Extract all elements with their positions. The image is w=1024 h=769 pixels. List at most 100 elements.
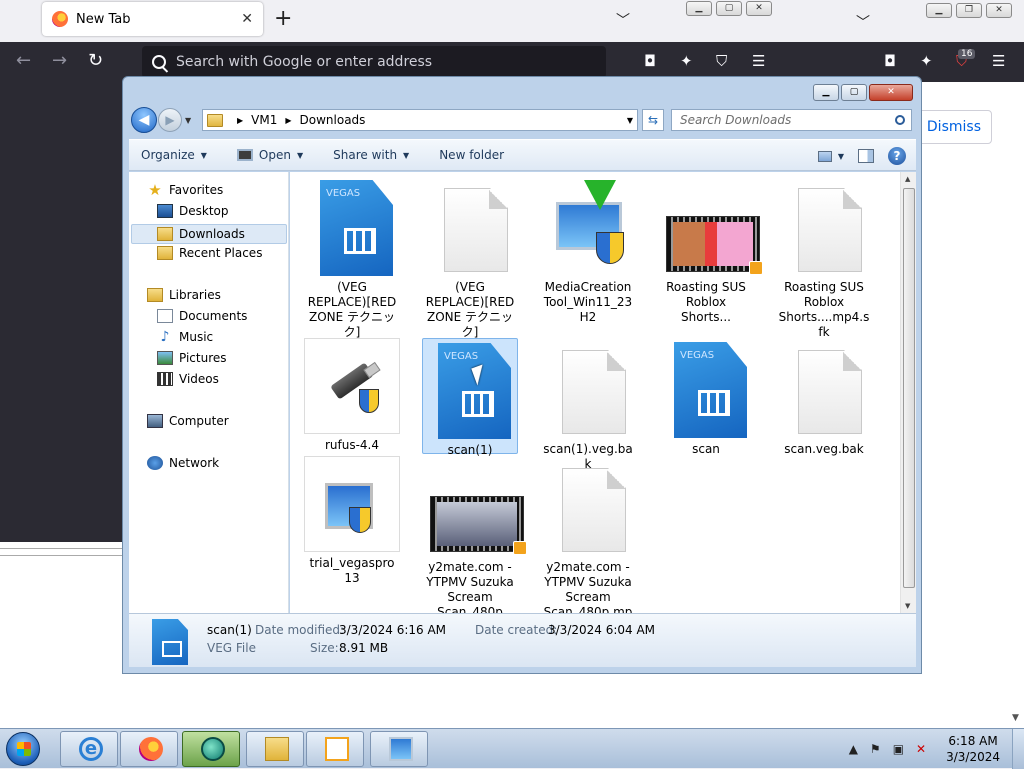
ublock-icon[interactable]: ⛉ bbox=[716, 52, 727, 70]
date-modified-label: Date modified: bbox=[255, 623, 345, 637]
file-item[interactable]: VEGAS scan bbox=[658, 338, 754, 457]
reload-button[interactable]: ↻ bbox=[88, 50, 103, 71]
nav-label: Videos bbox=[179, 372, 219, 386]
nav-downloads[interactable]: Downloads bbox=[157, 224, 245, 244]
vertical-scrollbar[interactable]: ▲ ▼ bbox=[900, 172, 916, 613]
file-item[interactable]: y2mate.com - YTPMV Suzuka Scream Scan_48… bbox=[422, 456, 527, 620]
organize-button[interactable]: Organize ▼ bbox=[141, 148, 207, 162]
file-item-selected[interactable]: VEGAS scan(1) bbox=[422, 338, 518, 457]
action-center-flag-icon[interactable]: ⚑ bbox=[870, 742, 881, 756]
search-icon[interactable] bbox=[895, 115, 905, 125]
file-name: trial_vegaspro13 bbox=[309, 556, 395, 585]
file-item[interactable]: y2mate.com - YTPMV Suzuka Scream Scan_48… bbox=[540, 456, 636, 635]
address-dropdown-icon[interactable]: ▼ bbox=[627, 116, 633, 125]
breadcrumb-vm1[interactable]: VM1 bbox=[251, 113, 277, 127]
pocket-icon[interactable]: ◘ bbox=[884, 52, 896, 70]
file-item[interactable]: (VEG REPLACE)[RED ZONE テクニック][thekantapa… bbox=[422, 176, 518, 355]
clock[interactable]: 6:18 AM 3/3/2024 bbox=[946, 733, 1000, 765]
restore-icon[interactable]: ❐ bbox=[956, 3, 982, 18]
nav-label: Pictures bbox=[179, 351, 227, 365]
scroll-down-icon[interactable]: ▼ bbox=[905, 602, 910, 610]
close-button[interactable]: ✕ bbox=[869, 84, 913, 101]
volume-muted-icon[interactable]: ✕ bbox=[916, 742, 926, 756]
new-tab-button[interactable]: + bbox=[274, 6, 292, 31]
breadcrumb-separator-icon[interactable]: ▶ bbox=[237, 116, 243, 125]
star-icon: ★ bbox=[148, 181, 162, 199]
preview-pane-icon[interactable] bbox=[858, 149, 874, 163]
file-name: Roasting SUS Roblox Shorts... bbox=[666, 280, 746, 324]
forward-button[interactable]: → bbox=[52, 50, 67, 71]
file-item[interactable]: rufus-4.4 bbox=[304, 338, 400, 453]
nav-network[interactable]: Network bbox=[147, 453, 219, 473]
search-input[interactable]: Search Downloads bbox=[671, 109, 912, 131]
file-name: Roasting SUS Roblox Shorts....mp4.sfk bbox=[778, 280, 870, 339]
vegas-app-icon bbox=[236, 149, 253, 161]
minimize-icon[interactable]: ▁ bbox=[926, 3, 952, 18]
menu-button[interactable]: ☰ bbox=[752, 52, 765, 70]
extensions-icon[interactable]: ✦ bbox=[920, 52, 933, 70]
breadcrumb-separator-icon[interactable]: ▶ bbox=[285, 116, 291, 125]
breadcrumb-downloads[interactable]: Downloads bbox=[300, 113, 366, 127]
music-icon: ♪ bbox=[160, 329, 170, 345]
navigation-buttons: ◀ ▶ ▼ bbox=[131, 107, 191, 133]
file-item[interactable]: trial_vegaspro13 bbox=[304, 456, 400, 586]
file-item[interactable]: scan.veg.bak bbox=[776, 338, 872, 457]
tab-new-tab[interactable]: New Tab ✕ bbox=[42, 2, 263, 36]
nav-label: Recent Places bbox=[179, 246, 263, 260]
new-folder-button[interactable]: New folder bbox=[439, 148, 504, 162]
minimize-icon[interactable]: ▁ bbox=[686, 1, 712, 16]
nav-libraries[interactable]: Libraries bbox=[147, 285, 221, 305]
nav-documents[interactable]: Documents bbox=[157, 306, 247, 326]
taskbar-windows-explorer[interactable] bbox=[246, 731, 304, 767]
taskbar-active-app[interactable] bbox=[182, 731, 240, 767]
back-button[interactable]: ◀ bbox=[131, 107, 157, 133]
open-button[interactable]: Open ▼ bbox=[236, 148, 303, 162]
show-hidden-icons-button[interactable]: ▲ bbox=[849, 742, 858, 756]
minimize-button[interactable]: ▁ bbox=[813, 84, 839, 101]
nav-recent-places[interactable]: Recent Places bbox=[157, 243, 262, 263]
file-item[interactable]: scan(1).veg.bak bbox=[540, 338, 636, 472]
tab-close-button[interactable]: ✕ bbox=[241, 11, 253, 27]
taskbar-media-creation-tool[interactable] bbox=[370, 731, 428, 767]
extensions-icon[interactable]: ✦ bbox=[680, 52, 693, 70]
scrollbar-thumb[interactable] bbox=[903, 188, 915, 588]
maximize-button[interactable]: ▢ bbox=[841, 84, 867, 101]
close-icon[interactable]: ✕ bbox=[986, 3, 1012, 18]
list-all-tabs-button-2[interactable]: ﹀ bbox=[856, 12, 870, 32]
network-icon[interactable]: ▣ bbox=[893, 742, 904, 756]
chevron-down-icon[interactable]: ▼ bbox=[838, 152, 844, 161]
change-view-icon[interactable] bbox=[817, 150, 832, 162]
list-all-tabs-button[interactable]: ﹀ bbox=[616, 10, 630, 30]
taskbar-media-player[interactable] bbox=[306, 731, 364, 767]
show-desktop-button[interactable] bbox=[1012, 729, 1024, 769]
taskbar-internet-explorer[interactable]: e bbox=[60, 731, 118, 767]
menu-button[interactable]: ☰ bbox=[992, 52, 1005, 70]
url-bar[interactable]: Search with Google or enter address bbox=[142, 46, 606, 78]
taskbar: e ▲ ⚑ ▣ ✕ 6:18 AM 3/3/2024 bbox=[0, 728, 1024, 769]
scroll-down-icon[interactable]: ▼ bbox=[1012, 713, 1019, 723]
back-button[interactable]: ← bbox=[16, 50, 31, 71]
refresh-button[interactable]: ⇆ bbox=[642, 109, 664, 131]
start-button[interactable] bbox=[6, 732, 40, 766]
nav-music[interactable]: ♪ Music bbox=[157, 327, 214, 347]
close-icon[interactable]: ✕ bbox=[746, 1, 772, 16]
pocket-icon[interactable]: ◘ bbox=[644, 52, 656, 70]
share-with-button[interactable]: Share with ▼ bbox=[333, 148, 409, 162]
scroll-up-icon[interactable]: ▲ bbox=[905, 175, 910, 183]
nav-favorites[interactable]: ★ Favorites bbox=[147, 180, 223, 200]
nav-computer[interactable]: Computer bbox=[147, 411, 229, 431]
file-item[interactable]: Roasting SUS Roblox Shorts... bbox=[658, 176, 763, 325]
maximize-icon[interactable]: ▢ bbox=[716, 1, 742, 16]
nav-desktop[interactable]: Desktop bbox=[157, 201, 229, 221]
forward-button[interactable]: ▶ bbox=[158, 108, 182, 132]
nav-videos[interactable]: Videos bbox=[157, 369, 219, 389]
file-item[interactable]: VEGAS (VEG REPLACE)[RED ZONE テクニック][thek… bbox=[304, 176, 400, 355]
taskbar-firefox[interactable] bbox=[120, 731, 178, 767]
address-bar[interactable]: ▶ VM1 ▶ Downloads ▼ bbox=[202, 109, 638, 131]
recent-places-icon bbox=[157, 246, 173, 260]
file-item[interactable]: Roasting SUS Roblox Shorts....mp4.sfk bbox=[776, 176, 872, 340]
nav-pictures[interactable]: Pictures bbox=[157, 348, 227, 368]
file-item[interactable]: MediaCreationTool_Win11_23H2 bbox=[540, 176, 636, 325]
recent-pages-button[interactable]: ▼ bbox=[185, 116, 191, 125]
help-icon[interactable]: ? bbox=[888, 147, 906, 165]
